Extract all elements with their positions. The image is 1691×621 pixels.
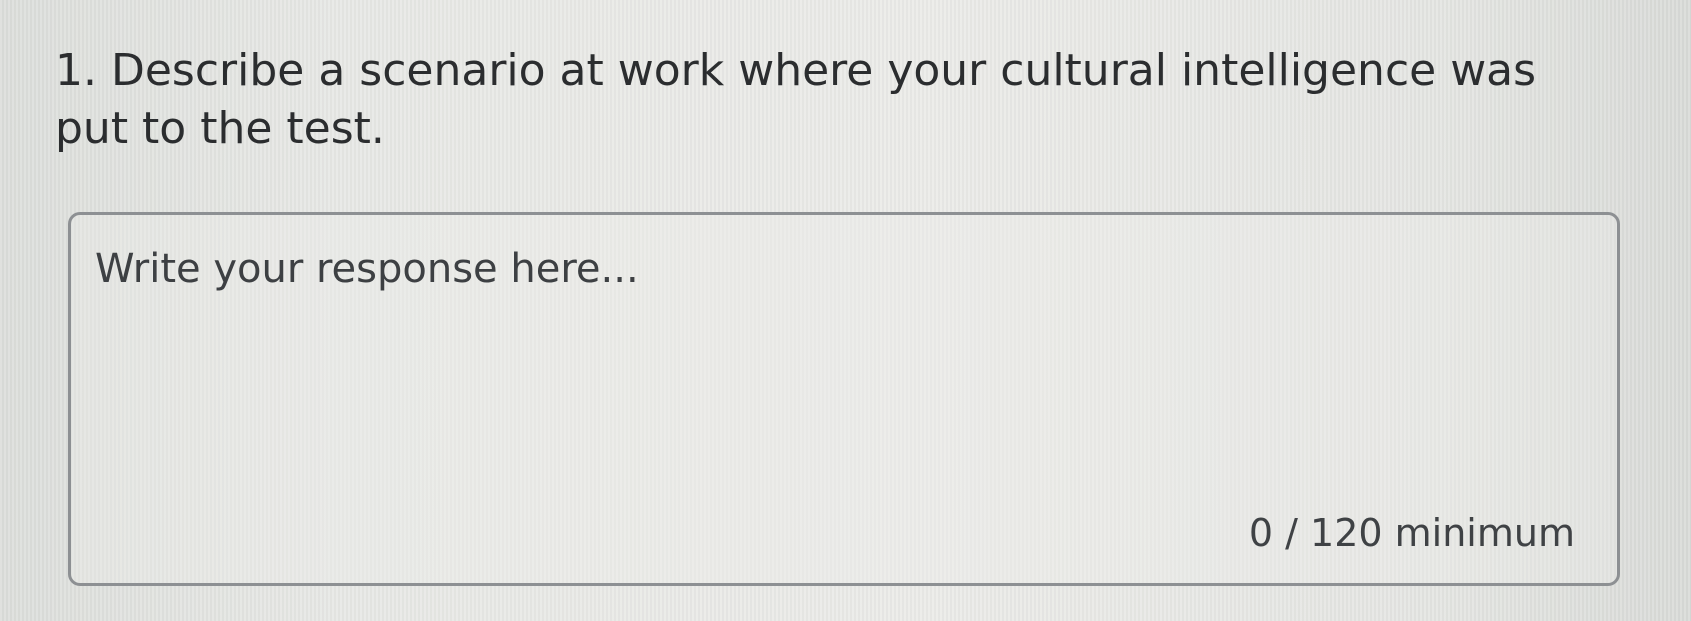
response-box[interactable]: 0 / 120 minimum (68, 212, 1620, 586)
character-count: 0 / 120 minimum (1248, 511, 1575, 555)
question-prompt: 1. Describe a scenario at work where you… (55, 45, 1537, 154)
